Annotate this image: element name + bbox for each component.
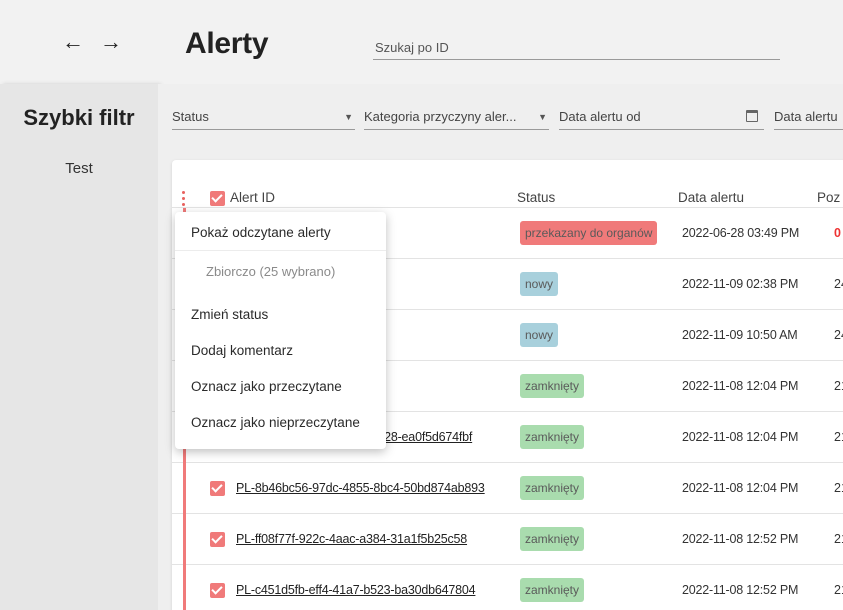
- date-to-label: Data alertu: [774, 109, 838, 124]
- nav-arrows: ← →: [62, 30, 122, 54]
- status-badge: nowy: [520, 272, 559, 296]
- poz-value: 21 d: [834, 532, 843, 546]
- bulk-actions-menu: Pokaż odczytane alerty Zbiorczo (25 wybr…: [175, 212, 386, 449]
- menu-item-add-comment[interactable]: Dodaj komentarz: [191, 343, 293, 358]
- table-header: Alert ID Status Data alertu Poz: [172, 160, 843, 208]
- date-from-label: Data alertu od: [559, 109, 641, 124]
- status-badge: nowy: [520, 323, 559, 347]
- search-input[interactable]: [373, 36, 780, 60]
- poz-value: 21 d: [834, 481, 843, 495]
- alert-date: 2022-11-09 10:50 AM: [682, 328, 798, 342]
- column-status[interactable]: Status: [517, 190, 555, 205]
- select-all-checkbox[interactable]: [210, 191, 225, 206]
- alert-id-link[interactable]: PL-ff08f77f-922c-4aac-a384-31a1f5b25c58: [236, 532, 467, 546]
- alert-id-link[interactable]: PL-c451d5fb-eff4-41a7-b523-ba30db647804: [236, 583, 476, 597]
- alert-date: 2022-11-08 12:04 PM: [682, 481, 799, 495]
- status-badge: zamknięty: [520, 425, 585, 449]
- status-badge: zamknięty: [520, 578, 585, 602]
- status-badge: przekazany do organów: [520, 221, 658, 245]
- alert-date: 2022-06-28 03:49 PM: [682, 226, 800, 240]
- column-alert-id[interactable]: Alert ID: [230, 190, 275, 205]
- more-vert-icon[interactable]: [181, 191, 187, 207]
- table-row[interactable]: PL-8b46bc56-97dc-4855-8bc4-50bd874ab893 z…: [172, 463, 843, 514]
- date-to-filter[interactable]: Data alertu: [774, 104, 843, 130]
- row-accent-bar: [183, 514, 186, 565]
- poz-value: 0 g: [834, 226, 843, 240]
- page-title: Alerty: [185, 27, 269, 60]
- poz-value: 24 d: [834, 328, 843, 342]
- row-checkbox[interactable]: [210, 481, 225, 496]
- poz-value: 24 d: [834, 277, 843, 291]
- status-badge: zamknięty: [520, 527, 585, 551]
- date-from-filter[interactable]: Data alertu od: [559, 104, 764, 130]
- poz-value: 21 d: [834, 379, 843, 393]
- category-filter[interactable]: Kategoria przyczyny aler... ▼: [364, 104, 549, 130]
- table-row[interactable]: PL-c451d5fb-eff4-41a7-b523-ba30db647804 z…: [172, 565, 843, 610]
- alert-date: 2022-11-08 12:52 PM: [682, 583, 799, 597]
- alert-date: 2022-11-08 12:04 PM: [682, 430, 799, 444]
- alert-date: 2022-11-08 12:52 PM: [682, 532, 799, 546]
- table-row[interactable]: PL-ff08f77f-922c-4aac-a384-31a1f5b25c58 z…: [172, 514, 843, 565]
- column-date[interactable]: Data alertu: [678, 190, 744, 205]
- menu-bulk-header: Zbiorczo (25 wybrano): [206, 264, 336, 279]
- caret-down-icon: ▼: [344, 112, 353, 122]
- status-filter[interactable]: Status ▼: [172, 104, 355, 130]
- forward-arrow-icon[interactable]: →: [100, 30, 122, 54]
- row-checkbox[interactable]: [210, 532, 225, 547]
- quick-filter-panel: Szybki filtr Test: [0, 84, 158, 610]
- menu-item-mark-read[interactable]: Oznacz jako przeczytane: [191, 379, 342, 394]
- row-checkbox[interactable]: [210, 583, 225, 598]
- alert-date: 2022-11-09 02:38 PM: [682, 277, 799, 291]
- back-arrow-icon[interactable]: ←: [62, 30, 84, 54]
- status-filter-label: Status: [172, 109, 209, 124]
- poz-value: 21 d: [834, 430, 843, 444]
- category-filter-label: Kategoria przyczyny aler...: [364, 109, 517, 124]
- row-accent-bar: [183, 565, 186, 610]
- top-bar: ← → Alerty: [0, 0, 843, 84]
- column-poz[interactable]: Poz: [817, 190, 840, 205]
- status-badge: zamknięty: [520, 476, 585, 500]
- status-badge: zamknięty: [520, 374, 585, 398]
- alert-date: 2022-11-08 12:04 PM: [682, 379, 799, 393]
- menu-item-change-status[interactable]: Zmień status: [191, 307, 268, 322]
- menu-item-mark-unread[interactable]: Oznacz jako nieprzeczytane: [191, 415, 360, 430]
- menu-item-show-read[interactable]: Pokaż odczytane alerty: [191, 225, 331, 240]
- poz-value: 21 d: [834, 583, 843, 597]
- quick-filter-title: Szybki filtr: [23, 105, 135, 130]
- row-accent-bar: [183, 463, 186, 514]
- menu-divider: [175, 250, 386, 251]
- caret-down-icon: ▼: [538, 112, 547, 122]
- calendar-icon[interactable]: [746, 110, 758, 122]
- quick-filter-item-test[interactable]: Test: [0, 160, 158, 177]
- alert-id-link[interactable]: PL-8b46bc56-97dc-4855-8bc4-50bd874ab893: [236, 481, 485, 495]
